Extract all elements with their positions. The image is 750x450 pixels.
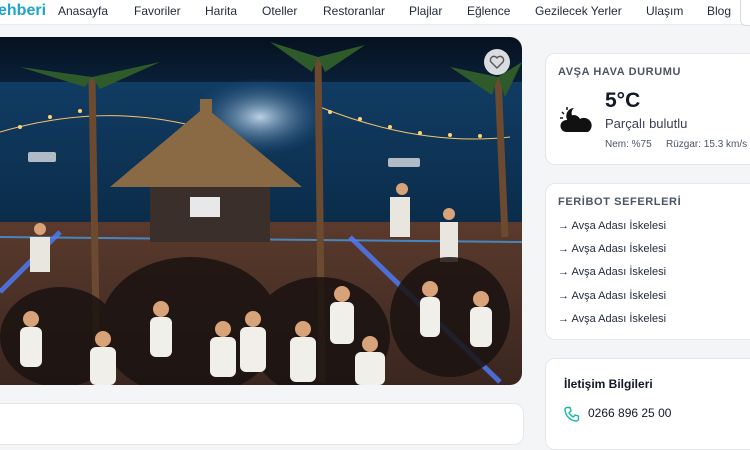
contact-phone[interactable]: 0266 896 25 00 [588, 406, 671, 420]
favorite-button[interactable] [484, 49, 510, 75]
weather-condition: Parçalı bulutlu [605, 116, 688, 131]
ferry-item[interactable]: → Avşa Adası İskelesi [558, 220, 666, 232]
nav-action-button[interactable] [740, 0, 750, 26]
contact-card: İletişim Bilgileri 0266 896 25 00 [545, 358, 750, 450]
weather-wind: Rüzgar: 15.3 km/s [666, 139, 748, 150]
nav-item-ulasim[interactable]: Ulaşım [646, 4, 683, 18]
nav-item-blog[interactable]: Blog [707, 4, 731, 18]
ferry-item[interactable]: → Avşa Adası İskelesi [558, 266, 666, 278]
heart-icon [489, 55, 505, 69]
ferry-item[interactable]: → Avşa Adası İskelesi [558, 243, 666, 255]
contact-title: İletişim Bilgileri [564, 377, 653, 391]
ferry-schedule-card: FERİBOT SEFERLERİ → Avşa Adası İskelesi … [545, 183, 750, 340]
partly-cloudy-night-icon [560, 107, 592, 132]
weather-card: AVŞA HAVA DURUMU 5°C Parçalı bulutlu Nem… [545, 53, 750, 165]
nav-item-favoriler[interactable]: Favoriler [134, 4, 181, 18]
nav-item-restoranlar[interactable]: Restoranlar [323, 4, 385, 18]
nav-item-oteller[interactable]: Oteller [262, 4, 297, 18]
nav-item-anasayfa[interactable]: Anasayfa [58, 4, 108, 18]
nav-item-eglence[interactable]: Eğlence [467, 4, 510, 18]
beach-party-photo [0, 37, 522, 385]
top-navbar: ehberi Anasayfa Favoriler Harita Oteller… [0, 0, 750, 26]
ferry-item[interactable]: → Avşa Adası İskelesi [558, 290, 666, 302]
weather-title: AVŞA HAVA DURUMU [558, 66, 682, 78]
nav-item-harita[interactable]: Harita [205, 4, 237, 18]
site-logo[interactable]: ehberi [0, 2, 46, 20]
hero-image [0, 37, 522, 385]
phone-icon [564, 406, 580, 422]
weather-humidity: Nem: %75 [605, 139, 652, 150]
content-card [0, 403, 524, 445]
weather-temperature: 5°C [605, 89, 641, 112]
ferry-item[interactable]: → Avşa Adası İskelesi [558, 313, 666, 325]
ferry-title: FERİBOT SEFERLERİ [558, 196, 682, 208]
nav-item-gezilecek-yerler[interactable]: Gezilecek Yerler [535, 4, 622, 18]
nav-item-plajlar[interactable]: Plajlar [409, 4, 442, 18]
